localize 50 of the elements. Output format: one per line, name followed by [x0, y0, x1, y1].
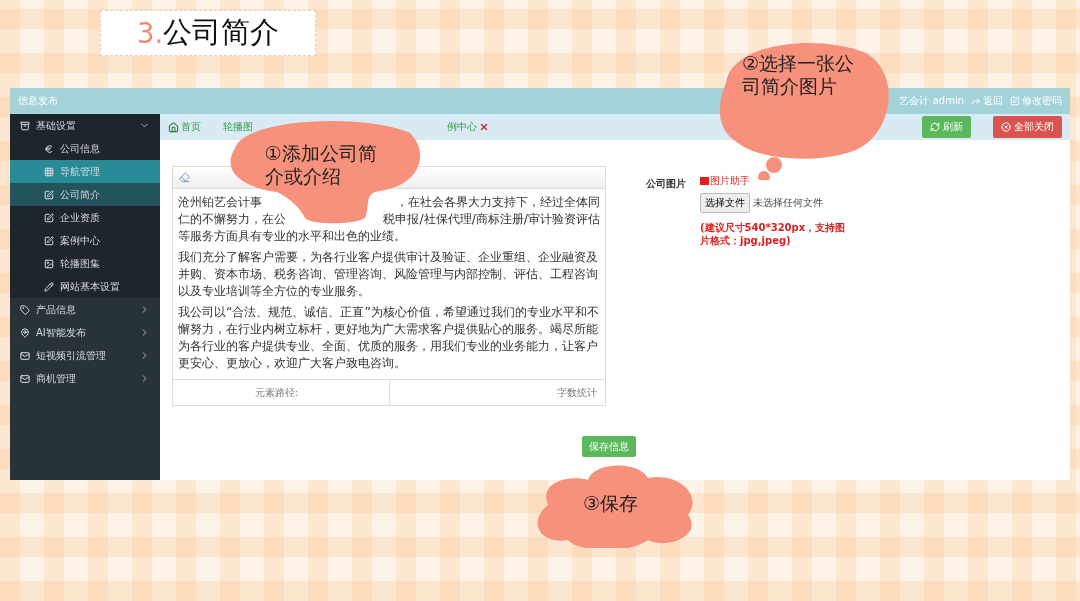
callout-text: ②选择一张公司简介图片	[742, 52, 856, 98]
paragraph-text: 我们充分了解客户需要，为各行业客户提供审计及验证、企业重组、企业融资及并购、资本市场、税务咨询、管理咨询、风险管理与内部控制、评估、工程咨询以及专业培训等全方位的专业服务。	[178, 248, 599, 300]
choose-file-button[interactable]: 选择文件	[700, 193, 750, 213]
element-path-label: 元素路径:	[255, 385, 299, 400]
pencil-icon	[44, 281, 54, 292]
sidebar-subitem[interactable]: 公司信息	[10, 137, 160, 160]
size-hint: (建议尺寸540*320px，支持图片格式：jpg,jpeg)	[700, 221, 847, 247]
callout-text: ①添加公司简介或介绍	[264, 142, 378, 188]
paragraph-text: 我公司以“合法、规范、诚信、正直”为核心价值，希望通过我们的专业水平和不懈努力，在行业内树立标杆，更好地为广大需求客户提供贴心的服务。竭尽所能为各行业的客户提供专业、全面、优质的服务，用我们专业的业务能力，让客户更安心、更放心，欢迎广大客户致电咨询。	[178, 303, 600, 372]
sidebar-subitem[interactable]: 网站基本设置	[10, 275, 160, 298]
euro-icon	[44, 143, 54, 154]
close-all-button[interactable]: 全部关闭	[993, 116, 1062, 138]
callout-text: ③保存	[583, 492, 640, 515]
slide-title: 3.公司简介	[100, 10, 316, 56]
close-icon[interactable]	[479, 122, 489, 132]
box-icon	[20, 120, 30, 131]
edit-icon	[44, 189, 54, 200]
sidebar-subitem[interactable]: 公司简介	[10, 183, 160, 206]
paragraph-text: 等服务方面具有专业的水平和出色的业绩。	[178, 227, 406, 245]
sidebar-item[interactable]: 产品信息	[10, 298, 160, 321]
paragraph-text: 税申报/社保代理/商标注册/审计验资评估	[383, 210, 600, 228]
paragraph-text: ，在社会各界大力支持下，经过全体同	[396, 193, 600, 211]
sidebar-item[interactable]: 基础设置	[10, 114, 160, 137]
home-icon	[168, 121, 179, 133]
mail-icon	[20, 373, 30, 384]
sidebar-subitem[interactable]: 案例中心	[10, 229, 160, 252]
image-helper-link[interactable]: 图片助手	[700, 174, 850, 188]
sidebar-item[interactable]: 商机管理	[10, 367, 160, 390]
close-icon	[1001, 122, 1011, 132]
sidebar-item[interactable]: AI智能发布	[10, 321, 160, 344]
app-title: 信息发布	[18, 94, 58, 108]
word-count-label: 字数统计	[557, 385, 597, 400]
map-pin-icon	[20, 327, 30, 338]
edit-icon	[1010, 96, 1020, 106]
mail-icon	[20, 350, 30, 361]
paragraph-text: 仁的不懈努力，在公	[178, 210, 286, 228]
edit-icon	[44, 212, 54, 223]
paragraph-text: 沧州铂艺会计事	[178, 193, 262, 211]
refresh-icon	[930, 122, 940, 132]
sidebar-item[interactable]: 短视频引流管理	[10, 344, 160, 367]
edit-icon	[44, 235, 54, 246]
user-name: 艺会计 admin	[899, 94, 964, 108]
sidebar-subitem[interactable]: 轮播图集	[10, 252, 160, 275]
eraser-icon[interactable]	[179, 172, 190, 184]
sidebar-subitem[interactable]: 企业资质	[10, 206, 160, 229]
arrow-icon	[971, 96, 981, 106]
field-label: 公司图片	[646, 177, 686, 191]
tag-icon	[20, 304, 30, 315]
grid-icon	[44, 166, 54, 177]
file-status: 未选择任何文件	[753, 196, 823, 210]
